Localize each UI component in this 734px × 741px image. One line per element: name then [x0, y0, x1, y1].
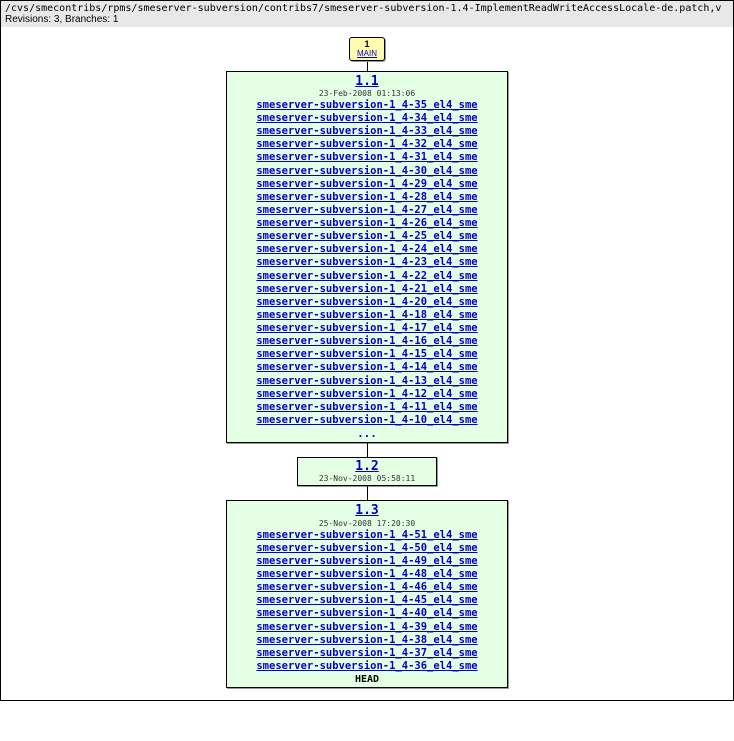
revision-title: 1.1 — [231, 75, 503, 89]
tag-link[interactable]: smeserver-subversion-1_4-37_el4_sme — [231, 647, 503, 660]
tag-link[interactable]: smeserver-subversion-1_4-51_el4_sme — [231, 529, 503, 542]
file-path: /cvs/smecontribs/rpms/smeserver-subversi… — [5, 3, 729, 14]
tag-link[interactable]: smeserver-subversion-1_4-34_el4_sme — [231, 112, 503, 125]
tag-link[interactable]: smeserver-subversion-1_4-24_el4_sme — [231, 243, 503, 256]
tag-link[interactable]: smeserver-subversion-1_4-13_el4_sme — [231, 375, 503, 388]
revision-title: 1.3 — [231, 504, 503, 518]
tag-link[interactable]: smeserver-subversion-1_4-31_el4_sme — [231, 151, 503, 164]
page-container: /cvs/smecontribs/rpms/smeserver-subversi… — [0, 0, 734, 701]
head-label: HEAD — [231, 674, 503, 685]
tag-link[interactable]: smeserver-subversion-1_4-45_el4_sme — [231, 594, 503, 607]
revision-node-1-1[interactable]: 1.1 23-Feb-2008 01:13:06 smeserver-subve… — [226, 71, 508, 443]
tag-link[interactable]: smeserver-subversion-1_4-29_el4_sme — [231, 178, 503, 191]
tag-link[interactable]: smeserver-subversion-1_4-21_el4_sme — [231, 283, 503, 296]
tag-link[interactable]: smeserver-subversion-1_4-36_el4_sme — [231, 660, 503, 673]
tag-link[interactable]: smeserver-subversion-1_4-49_el4_sme — [231, 555, 503, 568]
tag-link[interactable]: smeserver-subversion-1_4-22_el4_sme — [231, 270, 503, 283]
revision-date: 25-Nov-2008 17:20:30 — [231, 519, 503, 528]
more-indicator: ... — [231, 427, 503, 440]
tag-link[interactable]: smeserver-subversion-1_4-26_el4_sme — [231, 217, 503, 230]
tag-link[interactable]: smeserver-subversion-1_4-12_el4_sme — [231, 388, 503, 401]
tag-link[interactable]: smeserver-subversion-1_4-48_el4_sme — [231, 568, 503, 581]
branch-name: MAIN — [350, 50, 384, 59]
tag-list: smeserver-subversion-1_4-51_el4_smesmese… — [231, 529, 503, 673]
revision-date: 23-Nov-2008 05:58:11 — [302, 474, 432, 483]
revision-stats: Revisions: 3, Branches: 1 — [5, 14, 729, 25]
revision-title: 1.2 — [302, 460, 432, 474]
tag-list: smeserver-subversion-1_4-35_el4_smesmese… — [231, 99, 503, 427]
tag-link[interactable]: smeserver-subversion-1_4-50_el4_sme — [231, 542, 503, 555]
tag-link[interactable]: smeserver-subversion-1_4-16_el4_sme — [231, 335, 503, 348]
tag-link[interactable]: smeserver-subversion-1_4-20_el4_sme — [231, 296, 503, 309]
tag-link[interactable]: smeserver-subversion-1_4-40_el4_sme — [231, 607, 503, 620]
tag-link[interactable]: smeserver-subversion-1_4-30_el4_sme — [231, 165, 503, 178]
revision-date: 23-Feb-2008 01:13:06 — [231, 89, 503, 98]
connector-line — [367, 443, 368, 457]
tag-link[interactable]: smeserver-subversion-1_4-25_el4_sme — [231, 230, 503, 243]
tag-link[interactable]: smeserver-subversion-1_4-39_el4_sme — [231, 621, 503, 634]
tag-link[interactable]: smeserver-subversion-1_4-23_el4_sme — [231, 256, 503, 269]
graph-canvas: 1 MAIN 1.1 23-Feb-2008 01:13:06 smeserve… — [1, 27, 733, 700]
tag-link[interactable]: smeserver-subversion-1_4-17_el4_sme — [231, 322, 503, 335]
revision-node-1-3[interactable]: 1.3 25-Nov-2008 17:20:30 smeserver-subve… — [226, 500, 508, 688]
connector-line — [367, 486, 368, 500]
tag-link[interactable]: smeserver-subversion-1_4-35_el4_sme — [231, 99, 503, 112]
header: /cvs/smecontribs/rpms/smeserver-subversi… — [1, 1, 733, 27]
tag-link[interactable]: smeserver-subversion-1_4-15_el4_sme — [231, 348, 503, 361]
tag-link[interactable]: smeserver-subversion-1_4-32_el4_sme — [231, 138, 503, 151]
tag-link[interactable]: smeserver-subversion-1_4-18_el4_sme — [231, 309, 503, 322]
tag-link[interactable]: smeserver-subversion-1_4-11_el4_sme — [231, 401, 503, 414]
revision-node-1-2[interactable]: 1.2 23-Nov-2008 05:58:11 — [297, 457, 437, 486]
tag-link[interactable]: smeserver-subversion-1_4-33_el4_sme — [231, 125, 503, 138]
tag-link[interactable]: smeserver-subversion-1_4-27_el4_sme — [231, 204, 503, 217]
tag-link[interactable]: smeserver-subversion-1_4-46_el4_sme — [231, 581, 503, 594]
tag-link[interactable]: smeserver-subversion-1_4-28_el4_sme — [231, 191, 503, 204]
connector-line — [367, 61, 368, 71]
branch-node-main[interactable]: 1 MAIN — [349, 37, 385, 61]
tag-link[interactable]: smeserver-subversion-1_4-10_el4_sme — [231, 414, 503, 427]
tag-link[interactable]: smeserver-subversion-1_4-14_el4_sme — [231, 361, 503, 374]
tag-link[interactable]: smeserver-subversion-1_4-38_el4_sme — [231, 634, 503, 647]
